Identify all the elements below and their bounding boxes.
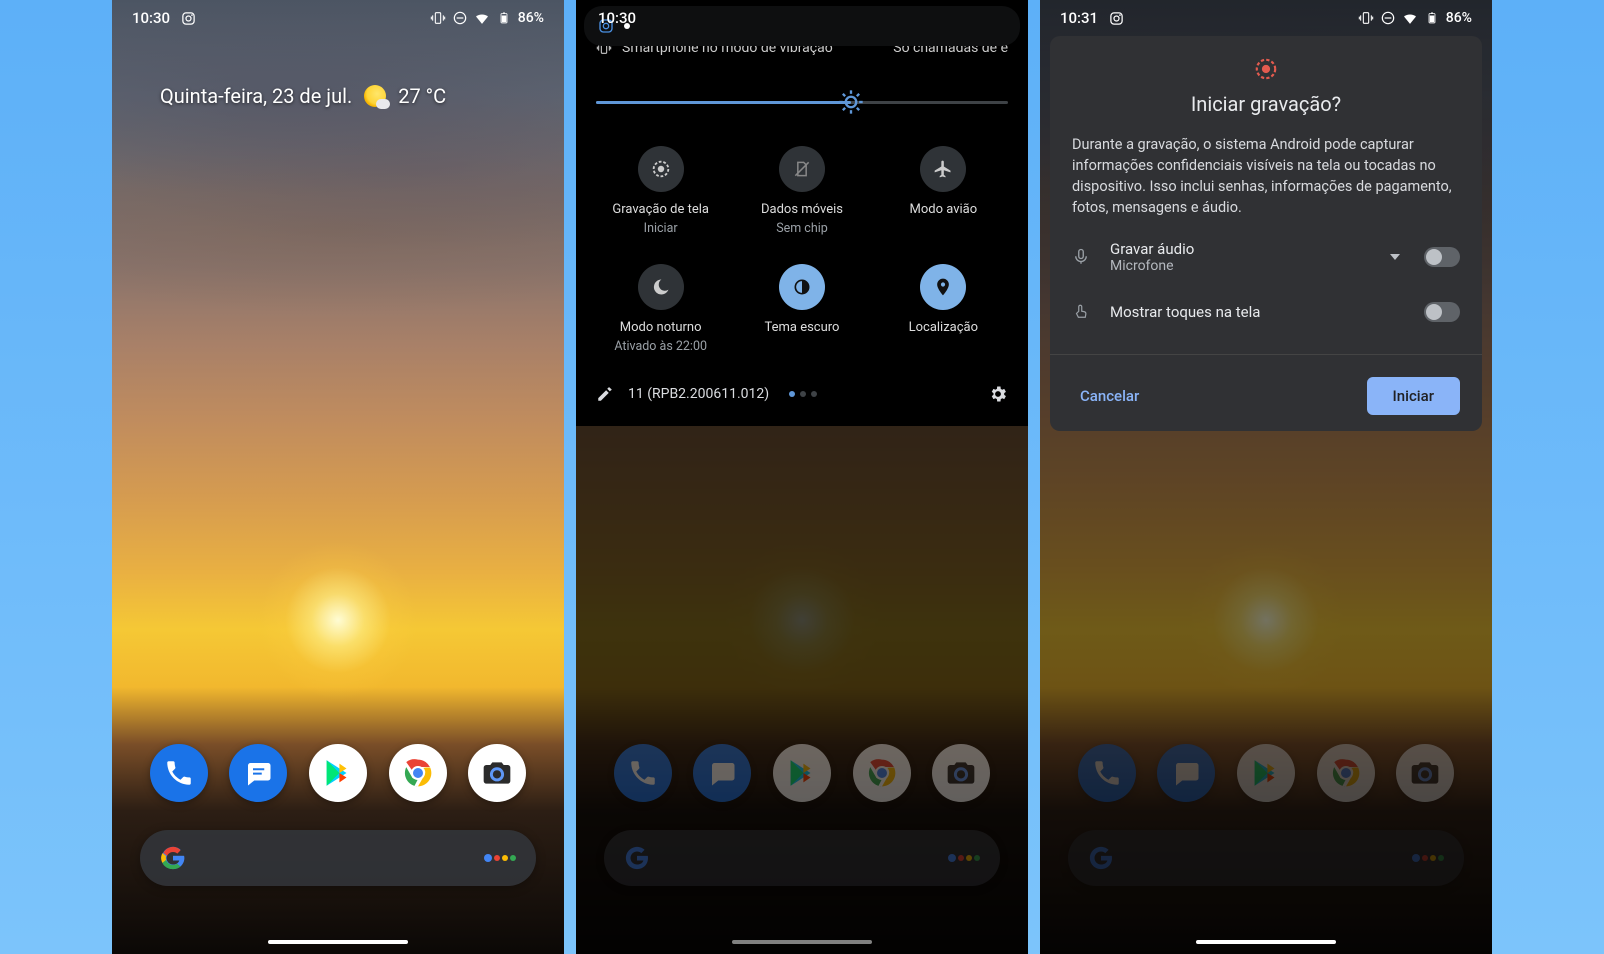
dialog-body-text: Durante a gravação, o sistema Android po… <box>1072 134 1460 218</box>
qs-footer: 11 (RPB2.200611.012) <box>596 376 1008 418</box>
messages-app-icon[interactable] <box>229 744 287 802</box>
qs-tile-grid: Gravação de tela Iniciar Dados móveis Se… <box>596 132 1008 376</box>
qs-tile-night-mode[interactable]: Modo noturno Ativado às 22:00 <box>596 264 725 354</box>
dark-theme-icon <box>779 264 825 310</box>
temperature-text: 27 °C <box>398 84 446 108</box>
dock <box>112 744 564 802</box>
build-text: 11 (RPB2.200611.012) <box>628 386 769 402</box>
qs-tile-screen-record[interactable]: Gravação de tela Iniciar <box>596 146 725 236</box>
cancel-button[interactable]: Cancelar <box>1072 377 1147 415</box>
airplane-icon <box>920 146 966 192</box>
vibrate-icon <box>430 10 446 26</box>
wifi-icon <box>474 10 490 26</box>
phone-app-icon[interactable] <box>150 744 208 802</box>
brightness-thumb-icon[interactable] <box>837 88 865 116</box>
show-touches-row[interactable]: Mostrar toques na tela <box>1072 288 1460 336</box>
status-battery-pct: 86% <box>1446 10 1472 26</box>
qs-tile-label: Localização <box>909 320 978 335</box>
screenshot-home: 10:30 86% Quinta-feira, 23 de jul. 27 °C <box>112 0 564 954</box>
record-audio-row[interactable]: Gravar áudio Microfone <box>1072 226 1460 288</box>
gesture-nav-bar[interactable] <box>268 940 408 944</box>
status-bar: 10:30 <box>576 0 1028 36</box>
divider <box>1050 354 1482 355</box>
qs-tile-dark-theme[interactable]: Tema escuro <box>737 264 866 354</box>
settings-gear-icon[interactable] <box>988 384 1008 404</box>
dock <box>576 744 1028 802</box>
qs-tile-sublabel: Sem chip <box>776 221 828 236</box>
screen-record-dialog: Iniciar gravação? Durante a gravação, o … <box>1050 36 1482 431</box>
camera-app-icon <box>932 744 990 802</box>
qs-tile-sublabel: Ativado às 22:00 <box>614 339 707 354</box>
gesture-nav-bar[interactable] <box>732 940 872 944</box>
qs-tile-label: Modo avião <box>909 202 977 217</box>
row-title: Gravar áudio <box>1110 240 1372 258</box>
status-bar: 10:31 86% <box>1040 0 1492 36</box>
instagram-notif-icon <box>1108 10 1124 26</box>
at-a-glance-widget[interactable]: Quinta-feira, 23 de jul. 27 °C <box>160 84 516 108</box>
screenshot-record-dialog: 10:31 86% Iniciar gravação? Durante a gr… <box>1040 0 1492 954</box>
status-time: 10:31 <box>1060 9 1098 27</box>
google-logo-icon <box>624 845 650 871</box>
audio-toggle[interactable] <box>1424 247 1460 267</box>
no-sim-icon <box>779 146 825 192</box>
vibrate-icon <box>1358 10 1374 26</box>
status-bar: 10:30 86% <box>112 0 564 36</box>
qs-tile-airplane[interactable]: Modo avião <box>879 146 1008 236</box>
touch-icon <box>1072 303 1092 321</box>
dnd-icon <box>452 10 468 26</box>
row-subtitle: Microfone <box>1110 258 1372 274</box>
dialog-title: Iniciar gravação? <box>1072 92 1460 116</box>
wifi-icon <box>1402 10 1418 26</box>
qs-tile-sublabel: Iniciar <box>644 221 678 236</box>
google-search-bar <box>604 830 1000 886</box>
camera-app-icon[interactable] <box>468 744 526 802</box>
dnd-icon <box>1380 10 1396 26</box>
battery-icon <box>1424 10 1440 26</box>
status-time: 10:30 <box>598 9 636 27</box>
edit-icon[interactable] <box>596 385 614 403</box>
qs-tile-label: Gravação de tela <box>612 202 709 217</box>
moon-icon <box>638 264 684 310</box>
chrome-app-icon[interactable] <box>389 744 447 802</box>
google-search-bar[interactable] <box>140 830 536 886</box>
play-store-app-icon[interactable] <box>309 744 367 802</box>
qs-tile-label: Dados móveis <box>761 202 843 217</box>
messages-app-icon <box>693 744 751 802</box>
location-icon <box>920 264 966 310</box>
screen-record-icon <box>638 146 684 192</box>
play-store-app-icon <box>773 744 831 802</box>
chevron-down-icon[interactable] <box>1390 254 1400 260</box>
wallpaper <box>112 0 564 954</box>
chrome-app-icon <box>853 744 911 802</box>
qs-tile-location[interactable]: Localização <box>879 264 1008 354</box>
screenshot-quick-settings: 10:30 Smartphone no modo de vibração Só … <box>576 0 1028 954</box>
battery-icon <box>496 10 512 26</box>
qs-tile-mobile-data[interactable]: Dados móveis Sem chip <box>737 146 866 236</box>
date-text: Quinta-feira, 23 de jul. <box>160 84 352 108</box>
instagram-notif-icon <box>180 10 196 26</box>
weather-icon <box>364 85 386 107</box>
gesture-nav-bar[interactable] <box>1196 940 1336 944</box>
record-icon <box>1072 56 1460 82</box>
mic-icon <box>1072 248 1092 266</box>
assistant-icon[interactable] <box>484 854 516 862</box>
assistant-icon <box>948 854 980 862</box>
status-time: 10:30 <box>132 9 170 27</box>
row-title: Mostrar toques na tela <box>1110 303 1406 321</box>
qs-tile-label: Tema escuro <box>764 320 839 335</box>
phone-app-icon <box>614 744 672 802</box>
start-button[interactable]: Iniciar <box>1367 377 1460 415</box>
google-logo-icon <box>160 845 186 871</box>
dialog-actions: Cancelar Iniciar <box>1072 373 1460 415</box>
qs-tile-label: Modo noturno <box>620 320 702 335</box>
brightness-slider[interactable] <box>596 82 1008 122</box>
status-battery-pct: 86% <box>518 10 544 26</box>
quick-settings-panel: Smartphone no modo de vibração Só chamad… <box>576 0 1028 426</box>
page-indicator <box>789 391 817 397</box>
touches-toggle[interactable] <box>1424 302 1460 322</box>
